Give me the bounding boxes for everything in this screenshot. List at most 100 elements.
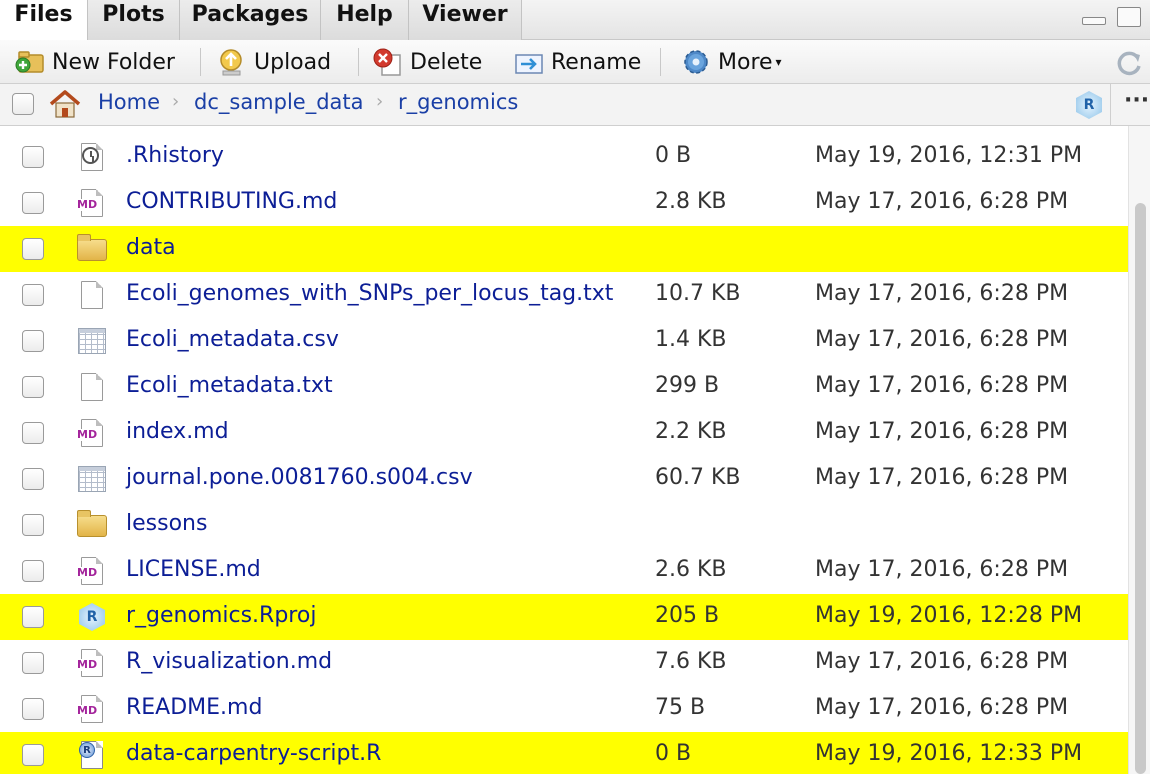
breadcrumb-separator: › — [376, 91, 384, 112]
tab-viewer[interactable]: Viewer — [409, 0, 522, 40]
file-modified: May 17, 2016, 6:28 PM — [815, 695, 1069, 720]
file-checkbox[interactable] — [22, 744, 44, 766]
file-size: 2.6 KB — [655, 557, 727, 582]
file-modified: May 19, 2016, 12:33 PM — [815, 741, 1083, 766]
file-size: 299 B — [655, 373, 720, 398]
file-size: 1.4 KB — [655, 327, 727, 352]
tab-plots[interactable]: Plots — [88, 0, 180, 40]
markdown-file-icon: MD — [76, 188, 108, 218]
file-size: 0 B — [655, 143, 692, 168]
file-checkbox[interactable] — [22, 146, 44, 168]
refresh-icon[interactable] — [1114, 49, 1144, 79]
file-name-link[interactable]: CONTRIBUTING.md — [126, 189, 337, 214]
markdown-file-icon: MD — [76, 694, 108, 724]
breadcrumb: Home › dc_sample_data › r_genomics R ··· — [0, 84, 1150, 126]
toolbar-divider — [660, 48, 661, 76]
file-row[interactable]: MD R_visualization.md 7.6 KB May 17, 2016, … — [0, 640, 1128, 686]
file-row[interactable]: lessons — [0, 502, 1128, 548]
file-modified: May 17, 2016, 6:28 PM — [815, 649, 1069, 674]
file-name-link[interactable]: data — [126, 235, 176, 260]
file-name-link[interactable]: Ecoli_metadata.txt — [126, 373, 333, 398]
file-modified: May 17, 2016, 6:28 PM — [815, 327, 1069, 352]
delete-label: Delete — [410, 49, 483, 75]
rename-button[interactable]: Rename — [513, 46, 641, 78]
breadcrumb-dc-sample-data[interactable]: dc_sample_data — [194, 90, 364, 114]
breadcrumb-r-genomics[interactable]: r_genomics — [398, 90, 518, 114]
file-name-link[interactable]: LICENSE.md — [126, 557, 261, 582]
more-label: More — [718, 49, 773, 75]
file-name-link[interactable]: R_visualization.md — [126, 649, 332, 674]
more-options-icon[interactable]: ··· — [1124, 88, 1149, 113]
delete-button[interactable]: Delete — [372, 46, 482, 78]
file-name-link[interactable]: README.md — [126, 695, 262, 720]
history-icon — [76, 142, 108, 172]
minimize-pane-icon[interactable] — [1082, 17, 1106, 25]
file-row[interactable]: Ecoli_metadata.csv 1.4 KB May 17, 2016, 6:… — [0, 318, 1128, 364]
file-row[interactable]: data — [0, 226, 1128, 272]
file-checkbox[interactable] — [22, 652, 44, 674]
file-name-link[interactable]: journal.pone.0081760.s004.csv — [126, 465, 473, 490]
toolbar-divider — [358, 48, 359, 76]
scrollbar-thumb[interactable] — [1135, 203, 1146, 774]
breadcrumb-divider — [1110, 84, 1111, 126]
chevron-down-icon: ▾ — [775, 55, 782, 69]
file-row[interactable]: Rr_genomics.Rproj 205 B May 19, 2016, 12:2… — [0, 594, 1128, 640]
file-size: 60.7 KB — [655, 465, 741, 490]
select-all-checkbox[interactable] — [12, 93, 34, 115]
markdown-file-icon: MD — [76, 556, 108, 586]
breadcrumb-home[interactable]: Home — [98, 90, 160, 114]
rproject-icon: R — [76, 602, 108, 632]
gear-icon — [680, 47, 712, 77]
file-checkbox[interactable] — [22, 330, 44, 352]
text-file-icon — [76, 280, 108, 310]
file-row[interactable]: Rdata-carpentry-script.R 0 B May 19, 2016,… — [0, 732, 1128, 774]
file-checkbox[interactable] — [22, 468, 44, 490]
file-name-link[interactable]: index.md — [126, 419, 229, 444]
file-checkbox[interactable] — [22, 192, 44, 214]
file-checkbox[interactable] — [22, 284, 44, 306]
rproject-icon[interactable]: R — [1074, 90, 1104, 120]
file-row[interactable]: Ecoli_metadata.txt 299 B May 17, 2016, 6:2… — [0, 364, 1128, 410]
file-checkbox[interactable] — [22, 422, 44, 444]
file-name-link[interactable]: Ecoli_metadata.csv — [126, 327, 339, 352]
r-script-icon: R — [76, 740, 108, 770]
file-checkbox[interactable] — [22, 238, 44, 260]
file-name-link[interactable]: r_genomics.Rproj — [126, 603, 316, 628]
file-row[interactable]: journal.pone.0081760.s004.csv 60.7 KB May … — [0, 456, 1128, 502]
file-row[interactable]: Ecoli_genomes_with_SNPs_per_locus_tag.tx… — [0, 272, 1128, 318]
file-checkbox[interactable] — [22, 606, 44, 628]
file-size: 2.2 KB — [655, 419, 727, 444]
new-folder-icon — [14, 47, 46, 77]
upload-button[interactable]: Upload — [216, 46, 331, 78]
files-toolbar: New Folder Upload Delete Rename More ▾ — [0, 40, 1150, 84]
csv-file-icon — [76, 464, 108, 494]
maximize-pane-icon[interactable] — [1117, 7, 1141, 27]
delete-icon — [372, 47, 404, 77]
file-row[interactable]: MD CONTRIBUTING.md 2.8 KB May 17, 2016, 6:2… — [0, 180, 1128, 226]
tab-packages[interactable]: Packages — [180, 0, 321, 40]
file-row[interactable]: MD index.md 2.2 KB May 17, 2016, 6:28 PM — [0, 410, 1128, 456]
file-checkbox[interactable] — [22, 560, 44, 582]
file-checkbox[interactable] — [22, 514, 44, 536]
file-name-link[interactable]: lessons — [126, 511, 207, 536]
file-name-link[interactable]: data-carpentry-script.R — [126, 741, 381, 766]
file-row[interactable]: .Rhistory 0 B May 19, 2016, 12:31 PM — [0, 134, 1128, 180]
file-size: 205 B — [655, 603, 720, 628]
file-row[interactable]: MD LICENSE.md 2.6 KB May 17, 2016, 6:28 PM — [0, 548, 1128, 594]
file-name-link[interactable]: Ecoli_genomes_with_SNPs_per_locus_tag.tx… — [126, 281, 613, 306]
file-modified: May 17, 2016, 6:28 PM — [815, 419, 1069, 444]
text-file-icon — [76, 372, 108, 402]
file-name-link[interactable]: .Rhistory — [126, 143, 224, 168]
more-menu-button[interactable]: More ▾ — [680, 46, 782, 78]
home-icon[interactable] — [48, 88, 82, 120]
file-modified: May 17, 2016, 6:28 PM — [815, 189, 1069, 214]
file-row[interactable]: MD README.md 75 B May 17, 2016, 6:28 PM — [0, 686, 1128, 732]
file-checkbox[interactable] — [22, 376, 44, 398]
new-folder-label: New Folder — [52, 49, 175, 75]
file-checkbox[interactable] — [22, 698, 44, 720]
upload-label: Upload — [254, 49, 332, 75]
new-folder-button[interactable]: New Folder — [14, 46, 175, 78]
tab-files[interactable]: Files — [0, 0, 88, 41]
folder-icon — [76, 510, 108, 540]
tab-help[interactable]: Help — [321, 0, 409, 40]
